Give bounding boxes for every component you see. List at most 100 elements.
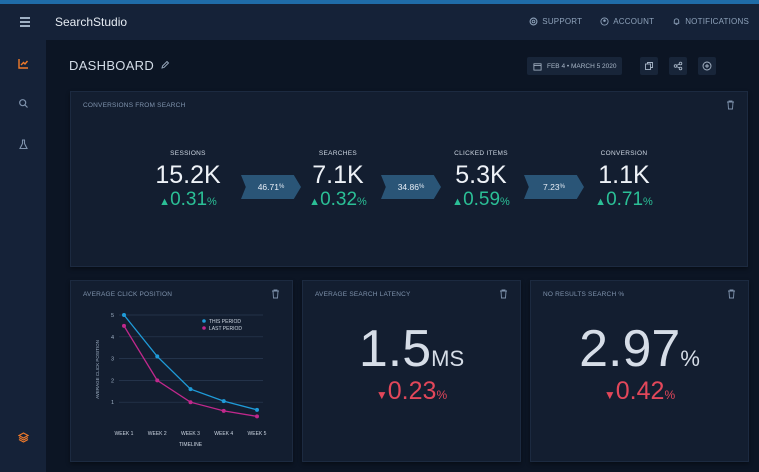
support-icon [529, 17, 538, 26]
data-point [122, 323, 126, 328]
search-latency-card: AVERAGE SEARCH LATENCY 1.5MS ▼0.23% [302, 280, 521, 462]
funnel-stage: SESSIONS 15.2K ▲0.31% [133, 150, 243, 209]
down-triangle-icon: ▼ [375, 388, 388, 402]
stage-change-value: 0.31 [170, 189, 208, 210]
no-results-value: 2.97% [531, 323, 748, 375]
top-nav: SUPPORT ACCOUNT NOTIFICATIONS [529, 17, 749, 26]
flask-icon[interactable] [18, 139, 29, 150]
y-tick-label: 2 [111, 378, 114, 384]
up-triangle-icon: ▲ [309, 196, 321, 208]
add-widget-button[interactable] [698, 57, 716, 75]
no-results-change-unit: % [664, 388, 676, 402]
latency-change-value: 0.23 [387, 377, 437, 405]
click-position-chart: 1 2 3 4 5 WEEK 1 WEEK 2 WEEK 3 WEEK 4 WEEK 5 TIMEL… [95, 313, 267, 448]
stage-label: CLICKED ITEMS [454, 150, 508, 157]
share-icon [673, 61, 683, 71]
x-tick-label: WEEK 4 [214, 431, 233, 437]
stage-change-value: 0.71 [606, 189, 644, 210]
top-bar: SearchStudio SUPPORT ACCOUNT NOTIFICATIO… [0, 0, 759, 40]
funnel-stage: CONVERSION 1.1K ▲0.71% [569, 150, 679, 209]
date-range-button[interactable]: FEB 4 • MARCH 5 2020 [527, 57, 623, 75]
plus-circle-icon [702, 61, 712, 71]
data-point [188, 387, 193, 392]
page-title: DASHBOARD [69, 58, 155, 73]
stage-label: SEARCHES [318, 150, 358, 157]
card-title: CONVERSIONS FROM SEARCH [83, 102, 186, 109]
y-axis-label: AVERAGE CLICK POSITION [95, 340, 100, 399]
notifications-label: NOTIFICATIONS [685, 17, 749, 26]
stage-change: ▲0.59% [426, 190, 536, 209]
stage-change-unit: % [207, 196, 217, 208]
stage-change: ▲0.32% [283, 190, 393, 209]
stage-value: 1.1K [598, 161, 650, 189]
rate-unit: % [559, 184, 565, 190]
x-tick-label: WEEK 1 [115, 431, 134, 437]
stage-value: 5.3K [455, 161, 507, 189]
pencil-edit-icon[interactable] [160, 60, 170, 70]
latency-number: 1.5 [358, 320, 432, 378]
support-label: SUPPORT [542, 17, 583, 26]
stage-change: ▲0.31% [133, 190, 243, 209]
stage-change-value: 0.59 [463, 189, 501, 210]
x-tick-label: WEEK 3 [181, 431, 200, 437]
data-point [122, 313, 126, 317]
rate-unit: % [418, 184, 425, 190]
no-results-number: 2.97 [579, 320, 681, 378]
rate-value: 46.71 [257, 182, 279, 192]
rate-value: 34.86 [397, 182, 419, 192]
x-tick-label: WEEK 5 [248, 431, 267, 437]
trash-icon[interactable] [499, 289, 508, 299]
funnel-stage: CLICKED ITEMS 5.3K ▲0.59% [426, 150, 536, 209]
sidebar [0, 40, 46, 472]
no-results-change: ▼0.42% [531, 379, 748, 404]
data-point [221, 399, 226, 404]
latency-change: ▼0.23% [303, 379, 520, 404]
hamburger-menu-icon[interactable] [20, 17, 30, 27]
data-point [255, 414, 259, 419]
stage-change-unit: % [357, 196, 367, 208]
search-icon[interactable] [18, 98, 29, 109]
data-point [188, 400, 193, 405]
latency-value: 1.5MS [303, 323, 520, 375]
no-results-unit: % [680, 346, 700, 371]
stage-change: ▲0.71% [569, 190, 679, 209]
notifications-link[interactable]: NOTIFICATIONS [672, 17, 749, 26]
chart-analytics-icon[interactable] [18, 58, 29, 69]
data-point [155, 378, 160, 383]
account-icon [600, 17, 609, 26]
stage-value: 15.2K [155, 161, 221, 189]
layers-icon[interactable] [18, 432, 29, 443]
up-triangle-icon: ▲ [159, 196, 171, 208]
legend-label: THIS PERIOD [209, 319, 241, 325]
x-axis-label: TIMELINE [179, 442, 203, 448]
stage-label: CONVERSION [600, 150, 648, 157]
no-results-change-value: 0.42 [615, 377, 665, 405]
stage-label: SESSIONS [170, 150, 206, 157]
y-tick-label: 1 [111, 400, 114, 406]
card-title: NO RESULTS SEARCH % [543, 291, 625, 298]
legend-label: LAST PERIOD [209, 326, 242, 332]
data-point [155, 354, 160, 359]
duplicate-button[interactable] [640, 57, 658, 75]
trash-icon[interactable] [727, 289, 736, 299]
data-point [255, 407, 259, 412]
account-link[interactable]: ACCOUNT [600, 17, 654, 26]
stage-value: 7.1K [312, 161, 364, 189]
up-triangle-icon: ▲ [595, 196, 607, 208]
average-click-position-card: AVERAGE CLICK POSITION 1 2 3 4 5 WEEK 1 WEEK 2… [70, 280, 293, 462]
y-tick-label: 3 [111, 357, 114, 363]
copy-icon [645, 62, 653, 70]
support-link[interactable]: SUPPORT [529, 17, 582, 26]
calendar-icon [533, 62, 542, 71]
stage-change-unit: % [500, 196, 510, 208]
trash-icon[interactable] [726, 100, 735, 110]
rate-value: 7.23 [543, 182, 560, 192]
x-tick-label: WEEK 2 [148, 431, 167, 437]
down-triangle-icon: ▼ [603, 388, 616, 402]
account-label: ACCOUNT [613, 17, 655, 26]
date-range-label: FEB 4 • MARCH 5 2020 [547, 62, 617, 70]
stage-change-value: 0.32 [320, 189, 358, 210]
share-button[interactable] [669, 57, 687, 75]
y-tick-label: 4 [111, 335, 114, 341]
up-triangle-icon: ▲ [452, 196, 464, 208]
